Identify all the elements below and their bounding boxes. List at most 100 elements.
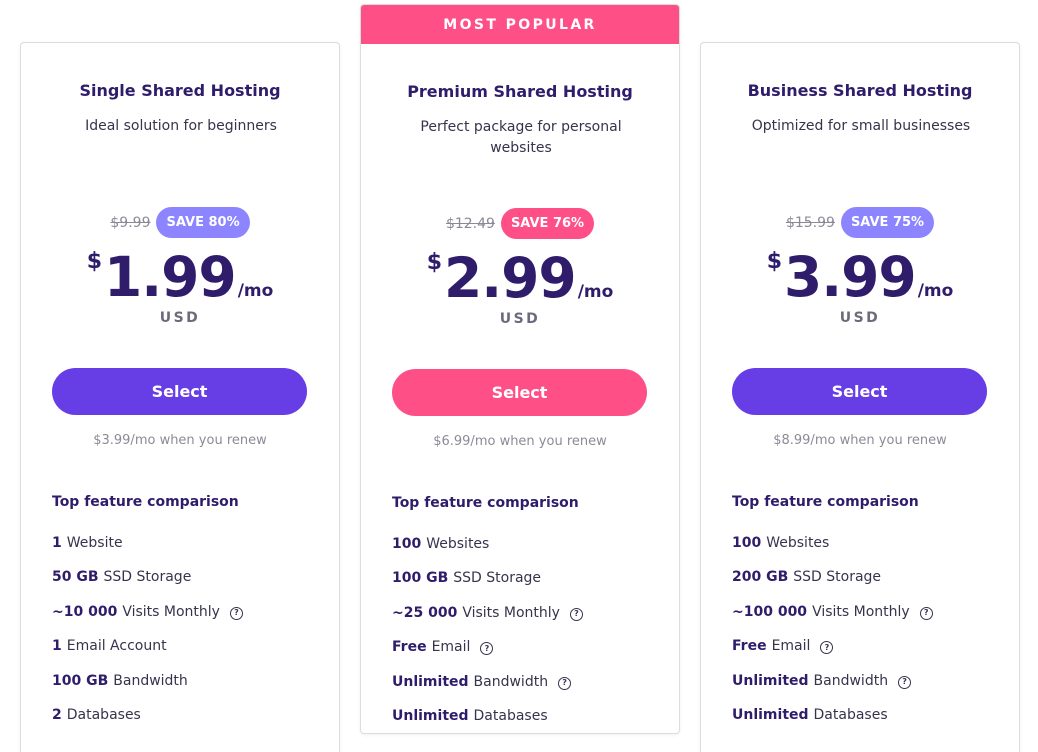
feature-value: 2 — [52, 706, 62, 723]
feature-list: 100 Websites 100 GB SSD Storage ~25 000 Visit… — [392, 536, 583, 742]
feature-item: Unlimited Bandwidth? — [732, 673, 933, 707]
plan-card-premium: MOST POPULAR Premium Shared Hosting Perf… — [360, 4, 680, 734]
feature-list: 1 Website 50 GB SSD Storage ~10 000 Visits Mo… — [52, 535, 243, 741]
feature-label: Bandwidth — [473, 673, 549, 690]
feature-value: 200 GB — [732, 569, 789, 586]
plan-card-business: Business Shared Hosting Optimized for sm… — [700, 42, 1020, 752]
feature-item: 100 GB Bandwidth — [52, 673, 243, 707]
feature-item: 100 Websites — [392, 536, 583, 570]
pricing-plans: Single Shared Hosting Ideal solution for… — [0, 0, 1038, 752]
feature-item: 100 GB SSD Storage — [392, 570, 583, 604]
renew-price: $3.99/mo when you renew — [93, 433, 267, 448]
feature-value: 100 GB — [392, 570, 449, 587]
feature-label: Websites — [426, 536, 490, 552]
currency-code: USD — [159, 310, 201, 326]
feature-value: 1 — [52, 535, 62, 551]
feature-label: SSD Storage — [103, 569, 192, 586]
feature-item: 1 Website — [52, 535, 243, 569]
feature-item: Free Email? — [392, 639, 583, 673]
feature-item: ~25 000 Visits Monthly? — [392, 605, 583, 639]
question-circle-icon[interactable]: ? — [919, 606, 933, 620]
feature-label: Visits Monthly — [122, 603, 220, 620]
currency-code: USD — [499, 311, 541, 327]
plan-card-single: Single Shared Hosting Ideal solution for… — [20, 42, 340, 752]
discount-row: $15.99 SAVE 75% — [701, 207, 1019, 238]
question-circle-icon[interactable]: ? — [558, 676, 572, 690]
feature-label: Email Account — [66, 638, 167, 655]
select-button[interactable]: Select — [392, 369, 647, 416]
feature-label: SSD Storage — [793, 569, 882, 586]
feature-item: Unlimited Databases — [732, 707, 933, 741]
price: $ 1.99 /mo — [21, 243, 339, 311]
feature-item: 50 GB SSD Storage — [52, 569, 243, 603]
feature-label: Visits Monthly — [462, 604, 560, 621]
feature-value: Free — [392, 639, 427, 656]
renew-price: $8.99/mo when you renew — [773, 433, 947, 448]
feature-value: 100 GB — [52, 672, 109, 689]
plan-title: Single Shared Hosting — [79, 81, 281, 100]
feature-label: Bandwidth — [813, 672, 889, 689]
feature-value: 100 — [732, 535, 762, 551]
feature-value: 1 — [52, 638, 62, 655]
price-amount: 1.99 — [104, 245, 237, 309]
question-circle-icon[interactable]: ? — [820, 641, 834, 655]
currency-symbol: $ — [86, 249, 102, 274]
feature-value: ~100 000 — [732, 603, 808, 620]
price: $ 3.99 /mo — [701, 243, 1019, 311]
price-period: /mo — [917, 281, 954, 301]
feature-value: 50 GB — [52, 569, 99, 586]
question-circle-icon[interactable]: ? — [569, 607, 583, 621]
plan-description: Perfect package for personal websites — [420, 119, 622, 156]
renew-price: $6.99/mo when you renew — [433, 434, 607, 449]
feature-value: Unlimited — [392, 707, 469, 724]
feature-label: Website — [66, 535, 123, 551]
save-badge: SAVE 75% — [840, 207, 935, 238]
feature-item: 1 Email Account — [52, 638, 243, 672]
feature-item: Unlimited Databases — [392, 708, 583, 742]
price-period: /mo — [237, 281, 274, 301]
currency-code: USD — [839, 310, 881, 326]
feature-value: 100 — [392, 536, 422, 552]
save-badge: SAVE 80% — [156, 207, 250, 238]
question-circle-icon[interactable]: ? — [480, 642, 494, 656]
feature-label: Email — [771, 638, 811, 655]
question-circle-icon[interactable]: ? — [898, 675, 912, 689]
most-popular-badge: MOST POPULAR — [361, 5, 679, 44]
save-badge: SAVE 76% — [500, 208, 595, 239]
feature-label: Databases — [813, 706, 888, 723]
price-amount: 2.99 — [444, 246, 577, 310]
select-button[interactable]: Select — [52, 368, 307, 415]
feature-item: 100 Websites — [732, 535, 933, 569]
feature-label: Websites — [766, 535, 830, 551]
feature-value: ~25 000 — [392, 604, 458, 621]
feature-label: SSD Storage — [453, 570, 542, 587]
currency-symbol: $ — [426, 250, 442, 275]
price-amount: 3.99 — [784, 245, 917, 309]
old-price: $15.99 — [785, 214, 835, 231]
feature-item: ~10 000 Visits Monthly? — [52, 604, 243, 638]
select-button[interactable]: Select — [732, 368, 987, 415]
question-circle-icon[interactable]: ? — [229, 606, 243, 620]
feature-value: Unlimited — [392, 673, 469, 690]
feature-item: Free Email? — [732, 638, 933, 672]
currency-symbol: $ — [766, 249, 782, 274]
features-heading: Top feature comparison — [732, 494, 919, 510]
price-period: /mo — [577, 282, 614, 302]
features-heading: Top feature comparison — [52, 494, 239, 510]
feature-label: Email — [431, 639, 471, 656]
feature-item: 200 GB SSD Storage — [732, 569, 933, 603]
feature-item: 2 Databases — [52, 707, 243, 741]
feature-value: Unlimited — [732, 706, 809, 723]
plan-description: Optimized for small businesses — [751, 118, 971, 134]
feature-value: Unlimited — [732, 672, 809, 689]
feature-value: ~10 000 — [52, 603, 118, 620]
features-heading: Top feature comparison — [392, 495, 579, 511]
plan-title: Business Shared Hosting — [747, 81, 973, 100]
feature-value: Free — [732, 638, 767, 655]
feature-label: Visits Monthly — [812, 603, 910, 620]
feature-label: Bandwidth — [113, 672, 188, 689]
discount-row: $12.49 SAVE 76% — [361, 208, 679, 239]
price: $ 2.99 /mo — [361, 244, 679, 312]
old-price: $12.49 — [445, 215, 495, 232]
feature-item: Unlimited Bandwidth? — [392, 674, 583, 708]
